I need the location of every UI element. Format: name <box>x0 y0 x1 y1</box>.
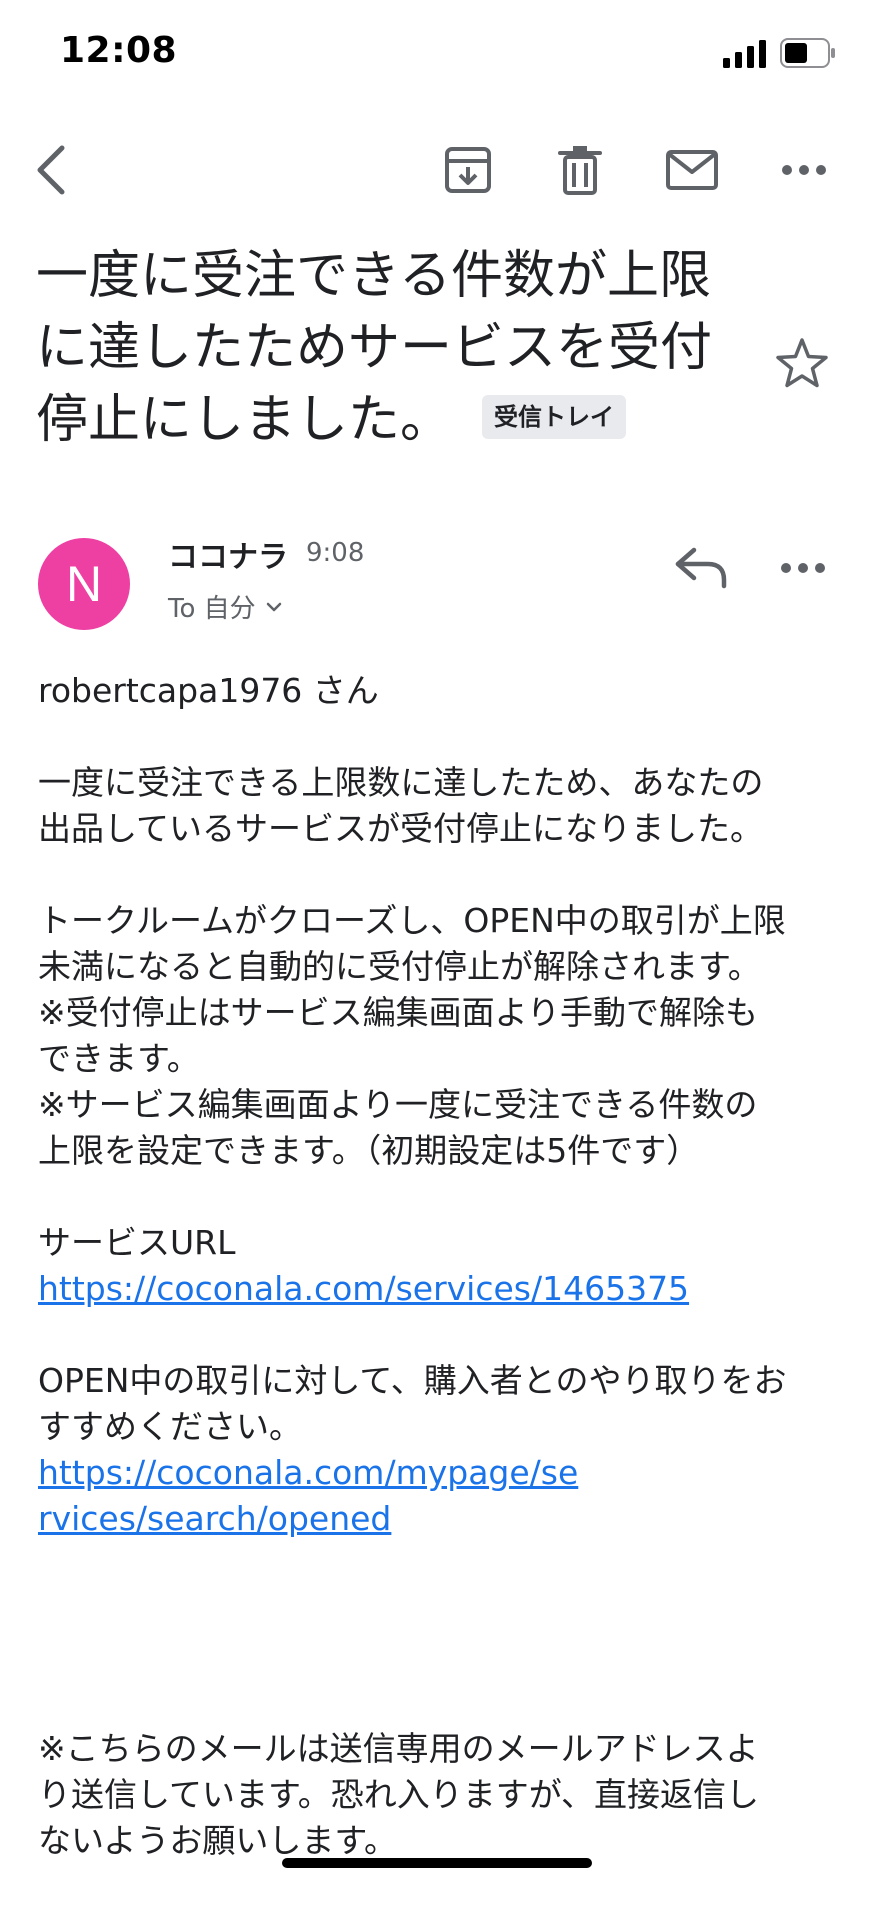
mail-icon <box>666 150 718 190</box>
service-url-block: サービスURL https://coconala.com/services/14… <box>38 1220 838 1312</box>
footer-line: り送信しています。恐れ入りますが、直接返信し <box>38 1775 760 1814</box>
body-line: 未満になると自動的に受付停止が解除されます。 <box>38 947 761 986</box>
star-outline-icon <box>776 338 828 388</box>
service-url-link[interactable]: https://coconala.com/services/1465375 <box>38 1266 838 1312</box>
sent-time: 9:08 <box>306 538 365 568</box>
body-paragraph: OPEN中の取引に対して、購入者とのやり取りをお すすめください。 https:… <box>38 1358 838 1542</box>
cellular-signal-icon <box>723 40 766 68</box>
body-line: トークルームがクローズし、OPEN中の取引が上限 <box>38 901 786 940</box>
email-subject: 一度に受注できる件数が上限 に達したためサービスを受付 停止にしました。 受信トレ… <box>36 240 766 456</box>
email-body: robertcapa1976 さん 一度に受注できる上限数に達したため、あなたの… <box>38 668 838 1910</box>
body-paragraph: 一度に受注できる上限数に達したため、あなたの 出品しているサービスが受付停止にな… <box>38 760 838 852</box>
body-line: できます。 <box>38 1039 200 1078</box>
delete-button[interactable] <box>540 130 620 210</box>
archive-icon <box>445 147 491 193</box>
body-line: ※受付停止はサービス編集画面より手動で解除も <box>38 993 758 1032</box>
sender-name[interactable]: ココナラ <box>168 532 288 576</box>
body-line: 出品しているサービスが受付停止になりました。 <box>38 809 764 848</box>
status-time: 12:08 <box>60 30 178 71</box>
opened-transactions-link[interactable]: rvices/search/opened <box>38 1496 838 1542</box>
subject-line-text: 停止にしました。 <box>36 390 453 450</box>
opened-transactions-link[interactable]: https://coconala.com/mypage/se <box>38 1450 838 1496</box>
mark-unread-button[interactable] <box>652 130 732 210</box>
body-line: OPEN中の取引に対して、購入者とのやり取りをお <box>38 1361 787 1400</box>
recipient-text: To 自分 <box>168 594 256 624</box>
email-toolbar <box>0 130 870 210</box>
status-bar: 12:08 <box>0 0 870 110</box>
more-horizontal-icon <box>781 563 825 573</box>
chevron-left-icon <box>37 145 65 195</box>
email-subject-area: 一度に受注できる件数が上限 に達したためサービスを受付 停止にしました。 受信トレ… <box>36 240 766 456</box>
battery-icon <box>780 38 835 68</box>
footer-line: ※こちらのメールは送信専用のメールアドレスよ <box>38 1729 759 1768</box>
body-line: すすめください。 <box>38 1407 302 1446</box>
greeting: robertcapa1976 さん <box>38 668 838 714</box>
avatar[interactable]: N <box>38 538 130 630</box>
back-button[interactable] <box>12 130 92 210</box>
body-line: 上限を設定できます。（初期設定は5件です） <box>38 1131 700 1170</box>
recipient-details-toggle[interactable]: To 自分 <box>168 588 282 625</box>
footer-notice: ※こちらのメールは送信専用のメールアドレスよ り送信しています。恐れ入りますが、… <box>38 1726 838 1864</box>
reply-icon <box>675 547 727 589</box>
more-options-button[interactable] <box>764 130 844 210</box>
star-button[interactable] <box>772 334 832 394</box>
sender-row: N ココナラ 9:08 To 自分 <box>0 530 870 640</box>
subject-line: 停止にしました。 受信トレイ <box>36 384 766 456</box>
subject-line: 一度に受注できる件数が上限 <box>36 246 711 306</box>
service-url-label: サービスURL <box>38 1223 236 1262</box>
greeting-text: robertcapa1976 さん <box>38 671 379 710</box>
trash-icon <box>558 146 602 195</box>
body-line: 一度に受注できる上限数に達したため、あなたの <box>38 763 764 802</box>
body-line: ※サービス編集画面より一度に受注できる件数の <box>38 1085 758 1124</box>
subject-line: に達したためサービスを受付 <box>36 318 713 378</box>
inbox-label-chip[interactable]: 受信トレイ <box>482 395 627 439</box>
home-indicator[interactable] <box>282 1858 592 1868</box>
more-horizontal-icon <box>782 165 826 175</box>
message-more-options-button[interactable] <box>768 532 838 602</box>
archive-button[interactable] <box>428 130 508 210</box>
reply-button[interactable] <box>668 532 738 602</box>
body-paragraph: トークルームがクローズし、OPEN中の取引が上限 未満になると自動的に受付停止が… <box>38 898 838 1174</box>
chevron-down-icon <box>266 602 281 611</box>
